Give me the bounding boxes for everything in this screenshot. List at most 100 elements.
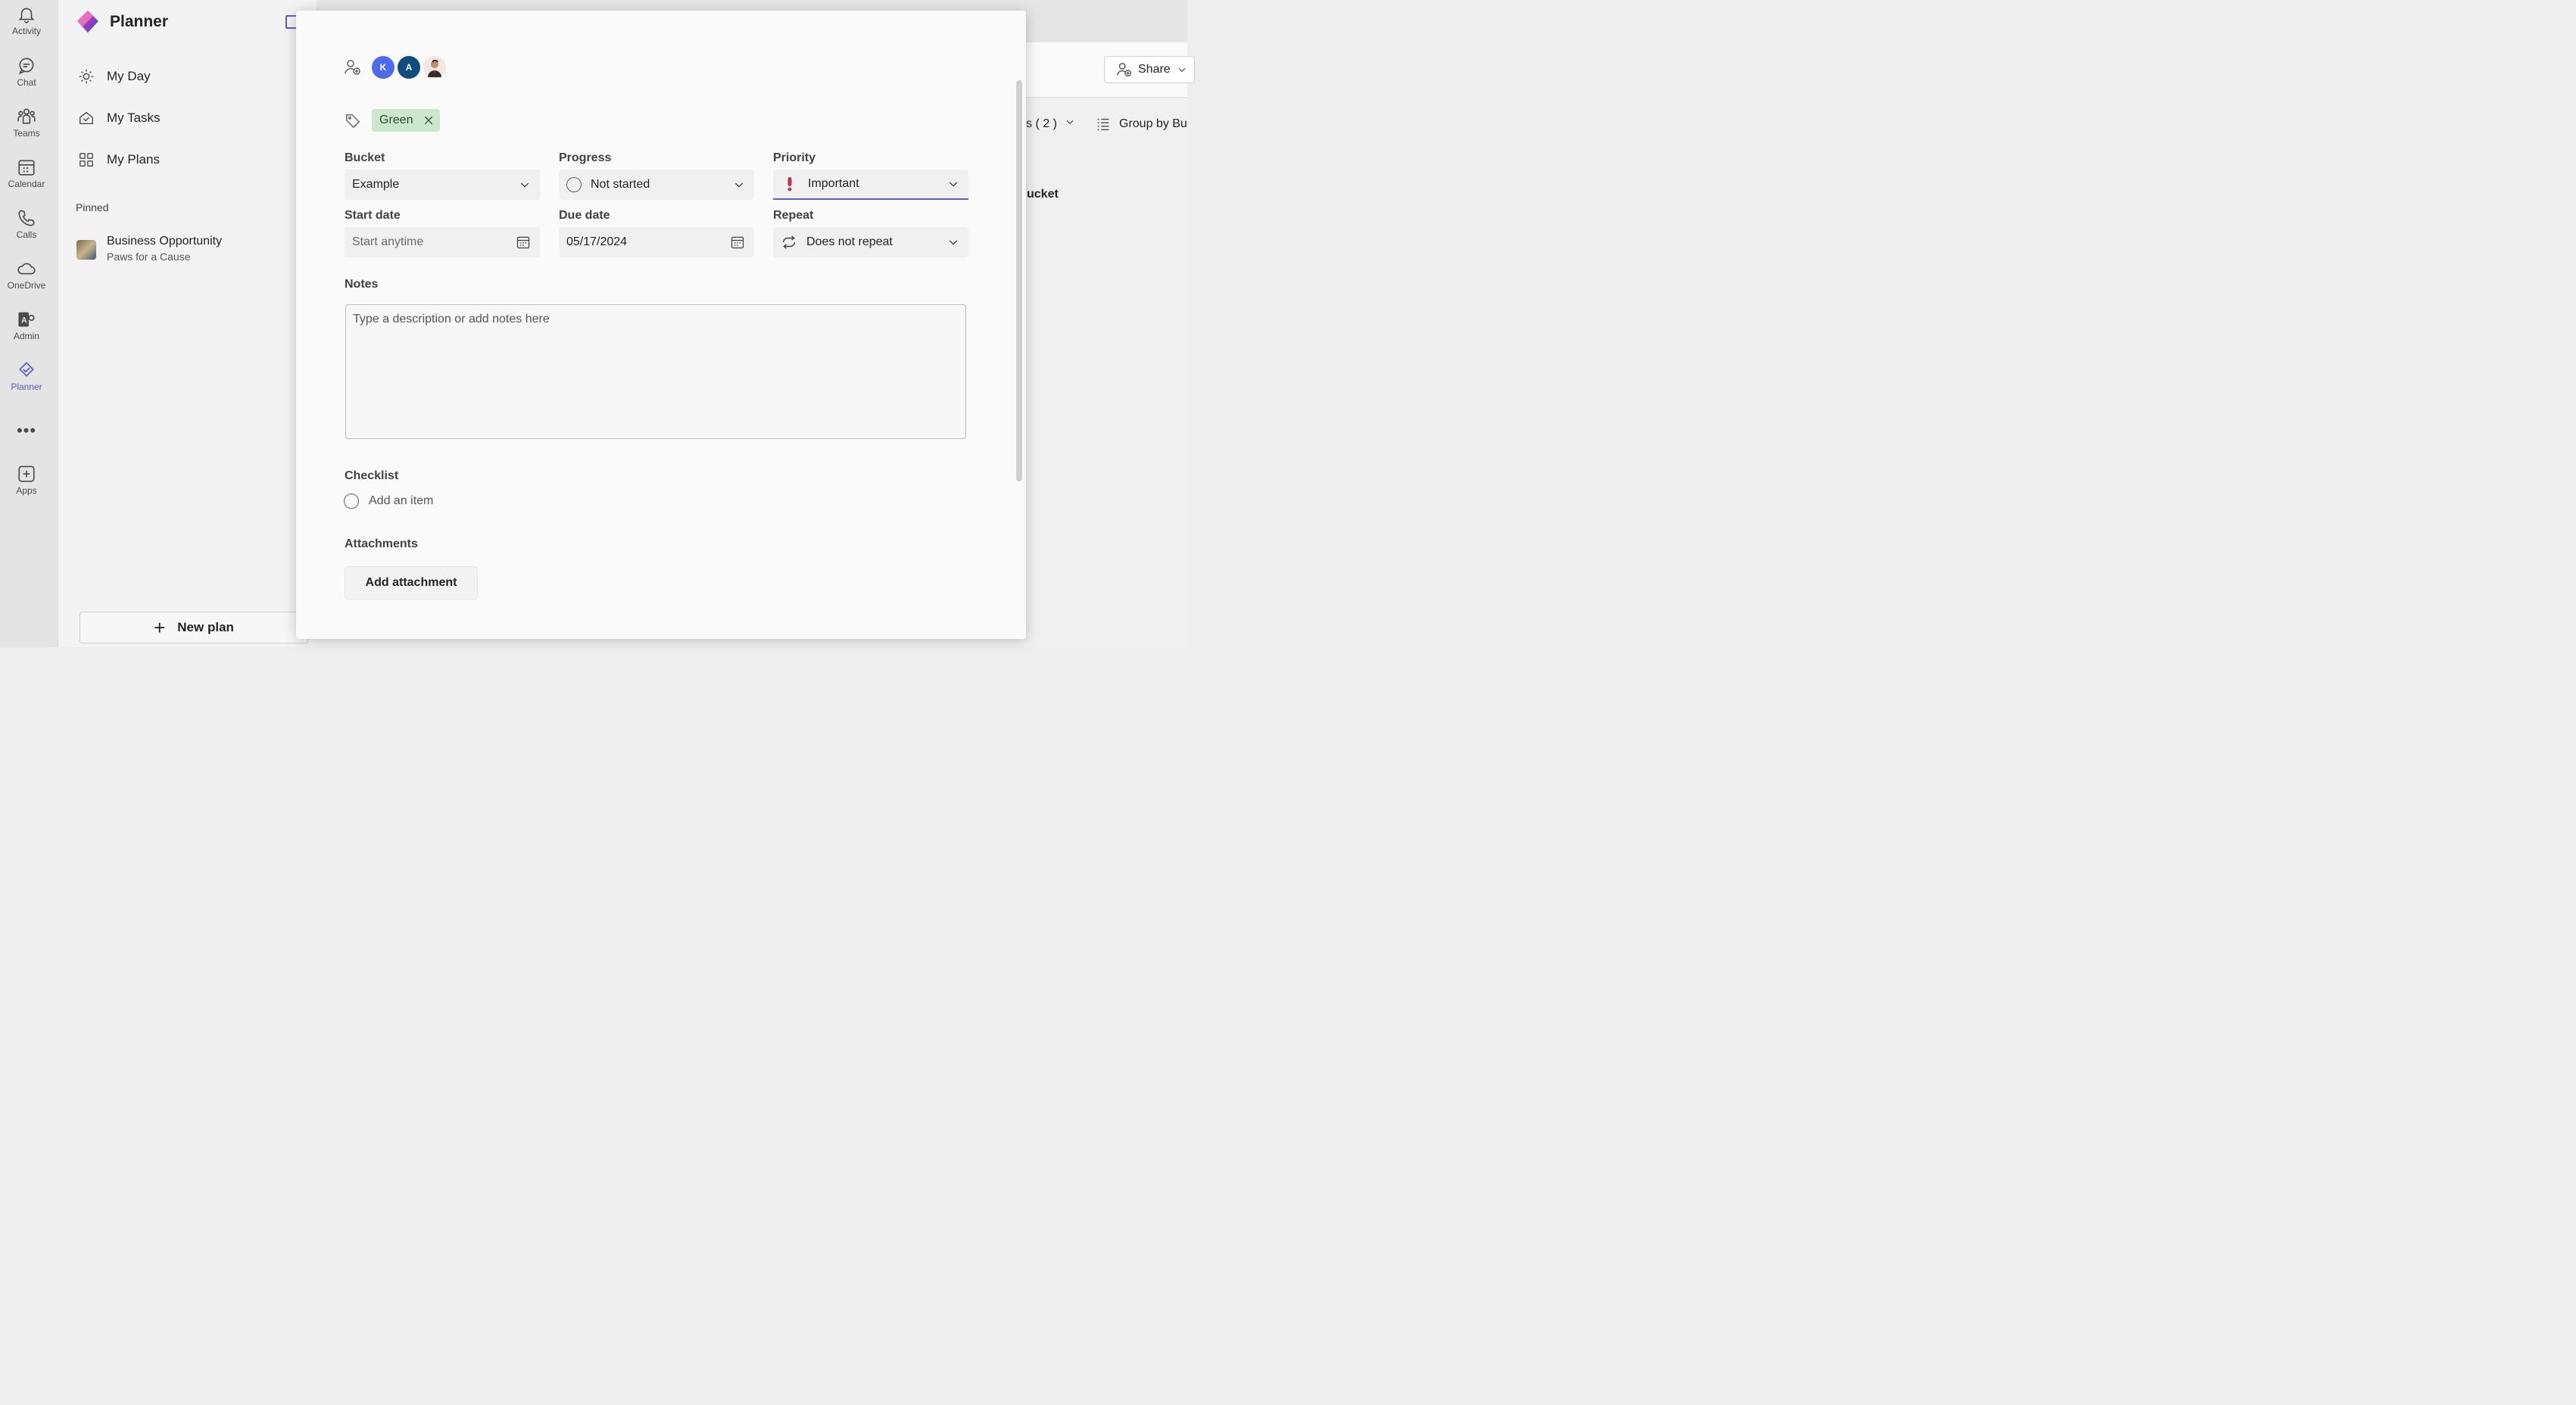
avatar[interactable]: A [398, 56, 420, 79]
task-details-dialog: K A Green Bucket Progress Priority Examp… [296, 11, 1026, 639]
new-plan-button[interactable]: + New plan [80, 612, 308, 643]
add-attachment-button[interactable]: Add attachment [345, 566, 478, 600]
bucket-dropdown[interactable]: Example [345, 170, 540, 200]
priority-value: Important [808, 177, 859, 190]
rail-label: Calendar [8, 179, 45, 189]
rail-calls[interactable]: Calls [0, 208, 53, 240]
person-photo-icon [428, 59, 441, 77]
app-brand: Planner [75, 9, 168, 35]
nav-my-day[interactable]: My Day [78, 68, 151, 85]
teams-icon [17, 108, 36, 124]
avatar[interactable] [423, 56, 446, 79]
rail-planner[interactable]: Planner [0, 360, 53, 392]
planner-icon [19, 362, 34, 377]
filter-button[interactable]: s ( 2 ) [1026, 117, 1075, 131]
bell-icon [18, 8, 35, 23]
rail-apps[interactable]: Apps [0, 464, 53, 496]
rail-label: Planner [11, 382, 42, 392]
calendar-icon [18, 160, 35, 176]
rail-chat[interactable]: Chat [0, 56, 53, 88]
add-item-placeholder: Add an item [369, 494, 434, 507]
grid-icon [80, 153, 93, 167]
repeat-dropdown[interactable]: Does not repeat [773, 227, 968, 257]
notes-textarea[interactable]: Type a description or add notes here [345, 304, 966, 439]
progress-value: Not started [591, 178, 650, 191]
plan-thumbnail [76, 240, 96, 260]
priority-dropdown[interactable]: Important [773, 170, 968, 200]
avatar[interactable]: K [372, 56, 395, 79]
bucket-heading: ucket [1027, 188, 1059, 201]
share-label: Share [1138, 63, 1171, 76]
rail-activity[interactable]: Activity [0, 5, 53, 36]
attachments-label: Attachments [345, 537, 418, 550]
due-date-value: 05/17/2024 [566, 235, 628, 248]
svg-text:A: A [21, 316, 27, 325]
nav-my-plans[interactable]: My Plans [78, 151, 160, 168]
plan-subtitle: Paws for a Cause [107, 251, 191, 263]
rail-label: OneDrive [7, 280, 46, 291]
checkbox-circle-icon [344, 494, 359, 509]
rail-label: Calls [16, 229, 37, 240]
priority-label: Priority [773, 151, 816, 164]
planner-logo-icon [77, 11, 98, 33]
chevron-down-icon [734, 182, 744, 188]
nav-label: My Plans [107, 152, 160, 167]
chevron-down-icon [949, 240, 958, 245]
share-person-icon [1117, 63, 1131, 76]
close-icon[interactable] [423, 115, 434, 126]
list-icon [1097, 118, 1109, 131]
rail-label: Apps [16, 485, 37, 496]
checklist-add-item[interactable]: Add an item [344, 494, 433, 509]
plus-icon: + [154, 616, 166, 639]
assignees-row: K A [343, 56, 449, 79]
home-check-icon [80, 111, 93, 125]
due-date-label: Due date [559, 209, 610, 222]
rail-onedrive[interactable]: OneDrive [0, 259, 53, 291]
pinned-plan-item[interactable]: Business Opportunity Paws for a Cause [76, 235, 222, 263]
not-started-circle-icon [566, 177, 582, 192]
rail-label: Chat [17, 77, 36, 88]
share-button[interactable]: Share [1104, 56, 1195, 83]
cloud-icon [17, 263, 36, 275]
plan-title: Business Opportunity [107, 235, 223, 248]
rail-calendar[interactable]: Calendar [0, 157, 53, 189]
filter-label: s ( 2 ) [1026, 117, 1057, 130]
start-date-picker[interactable]: Start anytime [345, 227, 540, 257]
bucket-label: Bucket [345, 151, 385, 164]
progress-dropdown[interactable]: Not started [559, 170, 754, 200]
dialog-scrollbar[interactable] [1016, 80, 1022, 481]
bucket-value: Example [352, 178, 400, 191]
checklist-label: Checklist [345, 469, 399, 482]
rail-label: Teams [13, 128, 40, 139]
chat-icon [18, 58, 34, 75]
label-chip-green[interactable]: Green [372, 109, 441, 132]
rail-label: Activity [11, 26, 41, 36]
new-plan-label: New plan [177, 620, 234, 634]
chevron-down-icon [1178, 67, 1186, 73]
chevron-down-icon [520, 182, 529, 188]
more-apps-button[interactable]: ••• [0, 421, 53, 441]
pinned-heading: Pinned [76, 201, 109, 213]
rail-teams[interactable]: Teams [0, 107, 53, 139]
phone-icon [18, 210, 35, 226]
nav-my-tasks[interactable]: My Tasks [78, 110, 161, 126]
rail-label: Admin [13, 331, 39, 341]
planner-sidebar: Planner My Day My Tasks My Plans Pinned … [58, 0, 316, 647]
assign-person-icon[interactable] [343, 58, 361, 76]
add-app-icon [18, 466, 35, 482]
group-by-button[interactable]: Group by Bu [1095, 116, 1187, 132]
label-chip-text: Green [379, 114, 413, 126]
start-date-placeholder: Start anytime [352, 235, 424, 248]
labels-row: Green [345, 109, 441, 132]
group-by-label: Group by Bu [1119, 117, 1187, 130]
notes-label: Notes [345, 278, 379, 291]
start-date-label: Start date [345, 209, 401, 222]
chevron-down-icon [1066, 120, 1074, 125]
chevron-down-icon [949, 182, 958, 187]
due-date-picker[interactable]: 05/17/2024 [559, 227, 754, 257]
rail-admin[interactable]: A Admin [0, 310, 53, 341]
calendar-icon [731, 236, 744, 249]
repeat-icon [782, 235, 796, 249]
tag-icon[interactable] [345, 112, 361, 129]
repeat-value: Does not repeat [806, 235, 893, 248]
